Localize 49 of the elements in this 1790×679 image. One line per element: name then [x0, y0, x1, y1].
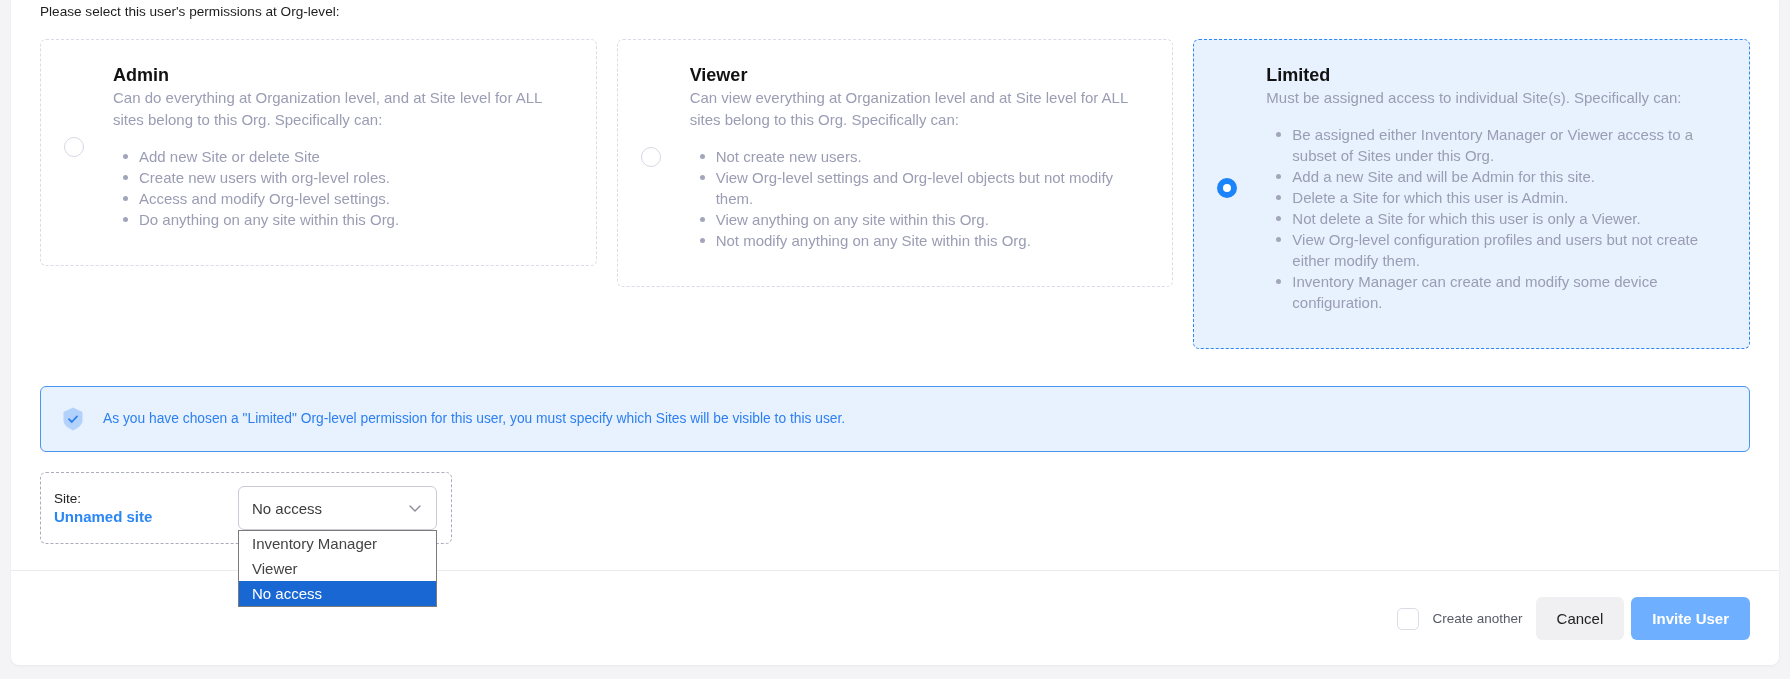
bullet-icon	[1276, 237, 1282, 242]
option-title: Limited	[1266, 64, 1332, 87]
bullet-text: Inventory Manager can create and modify some device configuration.	[1292, 272, 1659, 313]
bullet-text: Access and modify Org-level settings.	[139, 189, 390, 209]
permission-card[interactable]	[1193, 39, 1750, 349]
checkbox-label: Create another	[1432, 611, 1523, 626]
bullet-text: Create new users with org-level roles.	[139, 168, 390, 188]
bullet-text: Not modify anything on any Site within this Org.	[715, 231, 1031, 251]
bullet-text: View anything on any site within this Org.	[715, 210, 989, 230]
bullet-icon	[699, 217, 705, 222]
bullet-text: View Org-level settings and Org-level objects but not modify them.	[715, 168, 1115, 209]
site-name: Unnamed site	[54, 507, 154, 526]
bullet-text: Be assigned either Inventory Manager or Viewer access to a subset of Sites under this Org.	[1292, 125, 1695, 166]
bullet-icon	[699, 238, 705, 243]
instruction-text: Please select this user's permissions at Org-level:	[40, 3, 341, 21]
info-text: As you have chosen a "Limited" Org-level permission for this user, you must specify which Sites will be visible to this user.	[103, 410, 846, 428]
dropdown-option[interactable]: No access	[239, 581, 436, 606]
shield-check-icon	[63, 407, 83, 431]
option-title: Admin	[113, 64, 170, 87]
bullet-text: Not delete a Site for which this user is only a Viewer.	[1292, 209, 1641, 229]
bullet-icon	[123, 217, 128, 222]
option-title: Viewer	[689, 64, 749, 87]
bullet-icon	[1276, 216, 1282, 221]
bullet-icon	[1276, 174, 1282, 179]
chevron-down-icon	[409, 504, 421, 512]
secondary-button[interactable]: Cancel	[1535, 597, 1625, 640]
bullet-text: Add a new Site and will be Admin for this site.	[1292, 167, 1595, 187]
checkbox[interactable]	[1396, 607, 1419, 630]
dropdown-option[interactable]: Viewer	[239, 556, 436, 581]
bullet-icon	[123, 196, 128, 201]
bullet-icon	[1276, 279, 1282, 284]
bullet-text: Do anything on any site within this Org.	[139, 210, 400, 230]
dropdown-option[interactable]: Inventory Manager	[239, 531, 436, 556]
bullet-icon	[699, 154, 705, 159]
site-label: Site:	[54, 490, 82, 507]
bullet-text: Not create new users.	[715, 147, 862, 167]
access-select[interactable]: No access	[238, 486, 437, 530]
bullet-icon	[123, 154, 128, 159]
bullet-text: Add new Site or delete Site	[139, 147, 320, 167]
option-description: Can view everything at Organization level and at Site level for ALL sites belong to this Org. Specifically can:	[689, 88, 1129, 130]
bullet-icon	[699, 175, 705, 180]
bullet-icon	[123, 175, 128, 180]
bullet-text: Delete a Site for which this user is Admin.	[1292, 188, 1569, 208]
bullet-icon	[1276, 195, 1282, 200]
bullet-text: View Org-level configuration profiles and users but not create either modify them.	[1292, 230, 1700, 271]
radio-button[interactable]	[1217, 178, 1238, 198]
bullet-icon	[1276, 132, 1282, 137]
option-description: Can do everything at Organization level, and at Site level for ALL sites belong to this Org. Specifically can:	[113, 88, 543, 130]
option-description: Must be assigned access to individual Site(s). Specifically can:	[1266, 88, 1683, 108]
